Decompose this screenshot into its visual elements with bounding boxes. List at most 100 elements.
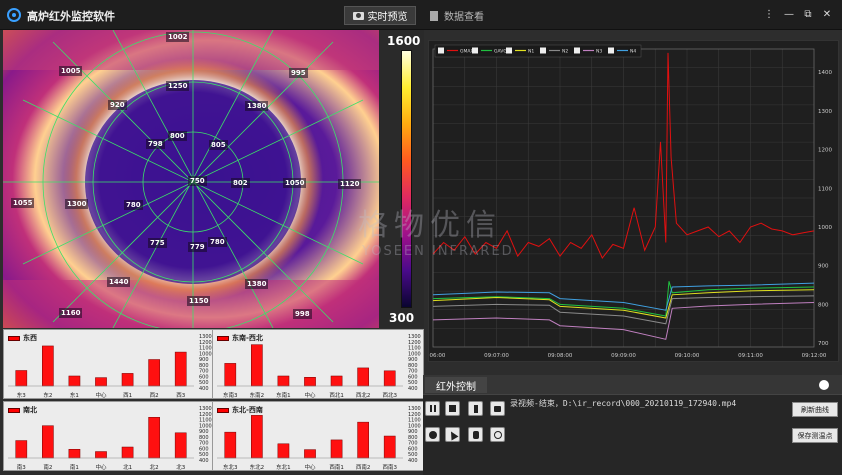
profile-bar (224, 363, 237, 387)
stop-button[interactable] (445, 401, 460, 416)
snapshot-button[interactable] (490, 401, 505, 416)
profile-bar (95, 377, 107, 387)
profile-category-label: 西3 (176, 392, 186, 399)
temp-label: 805 (209, 140, 228, 150)
profile-category-label: 西南3 (382, 463, 397, 471)
close-icon[interactable]: ✕ (820, 8, 834, 22)
profile-bar (68, 449, 81, 459)
record-video-button[interactable] (468, 401, 483, 416)
settings-button[interactable] (425, 427, 440, 442)
data-view-tab[interactable]: 数据查看 (430, 6, 484, 25)
profile-legend: 南北 (8, 405, 37, 415)
profile-category-label: 北2 (150, 463, 159, 471)
profile-chart-east-west: 东3 东2 东1 中心 西1 西2 西3 1300 1200 1100 1000 900 800 700 6… (3, 329, 215, 399)
temp-label: 1380 (245, 101, 269, 111)
trend-y-tick: 1400 (818, 70, 832, 76)
watermark-cn: 格物优信 (358, 208, 502, 243)
temp-label: 1150 (187, 296, 211, 306)
temp-label: 1250 (166, 81, 190, 91)
profile-bar (68, 375, 81, 387)
refresh-curve-button[interactable]: 刷新曲线 (792, 402, 838, 417)
legend-checkbox[interactable] (438, 47, 444, 54)
profile-legend: 东北-西南 (217, 405, 263, 415)
profile-category-label: 东1 (70, 391, 79, 399)
profile-category-label: 中心 (304, 463, 316, 471)
profile-bar (277, 443, 290, 459)
temp-label: 1120 (338, 179, 362, 189)
profile-y-tick: 400 (199, 386, 209, 392)
legend-checkbox[interactable] (608, 47, 614, 54)
legend-checkbox[interactable] (472, 47, 478, 54)
profile-bar (277, 375, 290, 387)
profile-legend-label: 东北-西南 (232, 406, 263, 414)
profile-legend: 东南-西北 (217, 333, 263, 343)
profile-bar (95, 451, 107, 459)
watermark-en: YOSEEN INFRARED (362, 244, 514, 259)
temp-label: 995 (289, 68, 308, 78)
color-scale-bar (401, 50, 412, 308)
title-bar: 高炉红外监控软件 实时预览 数据查看 ⋮ — ⧉ ✕ (0, 0, 842, 30)
pause-button[interactable] (425, 401, 440, 416)
temp-label: 1440 (107, 277, 131, 287)
profile-bar (148, 359, 160, 387)
stop-icon (449, 405, 456, 412)
profile-bar (330, 375, 343, 387)
ir-control-header: 红外控制 (423, 375, 842, 395)
profile-y-tick: 400 (199, 458, 209, 464)
ir-status-text: 录视频-结束，D:\ir_record\000_20210119_172940.… (510, 399, 737, 408)
profile-bar (224, 431, 237, 459)
profile-category-label: 西1 (123, 392, 132, 399)
menu-icon[interactable]: ⋮ (762, 8, 776, 22)
legend-checkbox[interactable] (506, 47, 512, 54)
profile-bar (357, 421, 369, 459)
profile-bar (304, 449, 316, 459)
legend-series-label: GMAX (460, 49, 474, 55)
profile-category-label: 北3 (176, 463, 186, 471)
hand-icon (472, 430, 479, 439)
profile-chart-se-nw: 东南3 东南2 东南1 中心 西北1 西北2 西北3 1300 1200 1100 1000 900 8… (212, 329, 424, 399)
legend-checkbox[interactable] (574, 47, 580, 54)
data-view-label: 数据查看 (444, 12, 484, 23)
profile-legend-label: 南北 (23, 406, 37, 414)
profile-category-label: 西北2 (356, 391, 371, 399)
legend-checkbox[interactable] (540, 47, 546, 54)
pointer-tool-button[interactable] (445, 427, 460, 442)
temp-label: 798 (146, 139, 165, 149)
connection-indicator (819, 380, 829, 390)
crosshair-tool-button[interactable] (490, 427, 505, 442)
live-preview-tab[interactable]: 实时预览 (344, 6, 416, 25)
app-logo-icon (7, 8, 21, 22)
color-scale: 1600 300 (379, 30, 424, 328)
profile-y-tick: 400 (408, 458, 418, 464)
temp-label: 1005 (59, 66, 83, 76)
trend-y-tick: 1300 (818, 109, 832, 115)
trend-x-tick: 09:10:00 (675, 353, 700, 359)
profile-category-label: 西2 (150, 392, 159, 399)
profile-bar (121, 446, 134, 459)
ir-control-panel: 红外控制 录视频-结束，D:\ir_record\000_20210119_17… (423, 375, 842, 475)
trend-x-tick: 09:07:00 (484, 353, 509, 359)
trend-y-tick: 1100 (818, 186, 832, 192)
profile-category-label: 南3 (17, 463, 27, 471)
profile-bar (330, 439, 343, 459)
profile-category-label: 东北1 (276, 463, 291, 471)
temp-label: 1055 (11, 198, 35, 208)
restore-icon[interactable]: ⧉ (801, 8, 815, 22)
profile-category-label: 西北3 (382, 391, 397, 399)
save-measure-points-button[interactable]: 保存测温点 (792, 428, 838, 443)
temp-label: 1050 (283, 178, 307, 188)
profile-bar (174, 432, 187, 459)
temp-label: 780 (208, 237, 227, 247)
profile-chart-ne-sw: 东北3 东北2 东北1 中心 西南1 西南2 西南3 1300 1200 1100 1000 900 8… (212, 401, 424, 471)
legend-swatch (8, 407, 20, 413)
thermal-image[interactable]: 1002 1005 995 1250 1380 920 800 798 805 … (3, 30, 379, 328)
camera-icon (352, 11, 364, 20)
legend-swatch (217, 407, 229, 413)
profile-legend-label: 东南-西北 (232, 334, 263, 342)
trend-y-tick: 700 (818, 341, 829, 347)
profile-category-label: 东南1 (276, 391, 291, 399)
minimize-icon[interactable]: — (782, 8, 796, 22)
color-scale-max: 1600 (387, 34, 421, 48)
move-tool-button[interactable] (468, 427, 483, 442)
cursor-icon (447, 429, 458, 440)
